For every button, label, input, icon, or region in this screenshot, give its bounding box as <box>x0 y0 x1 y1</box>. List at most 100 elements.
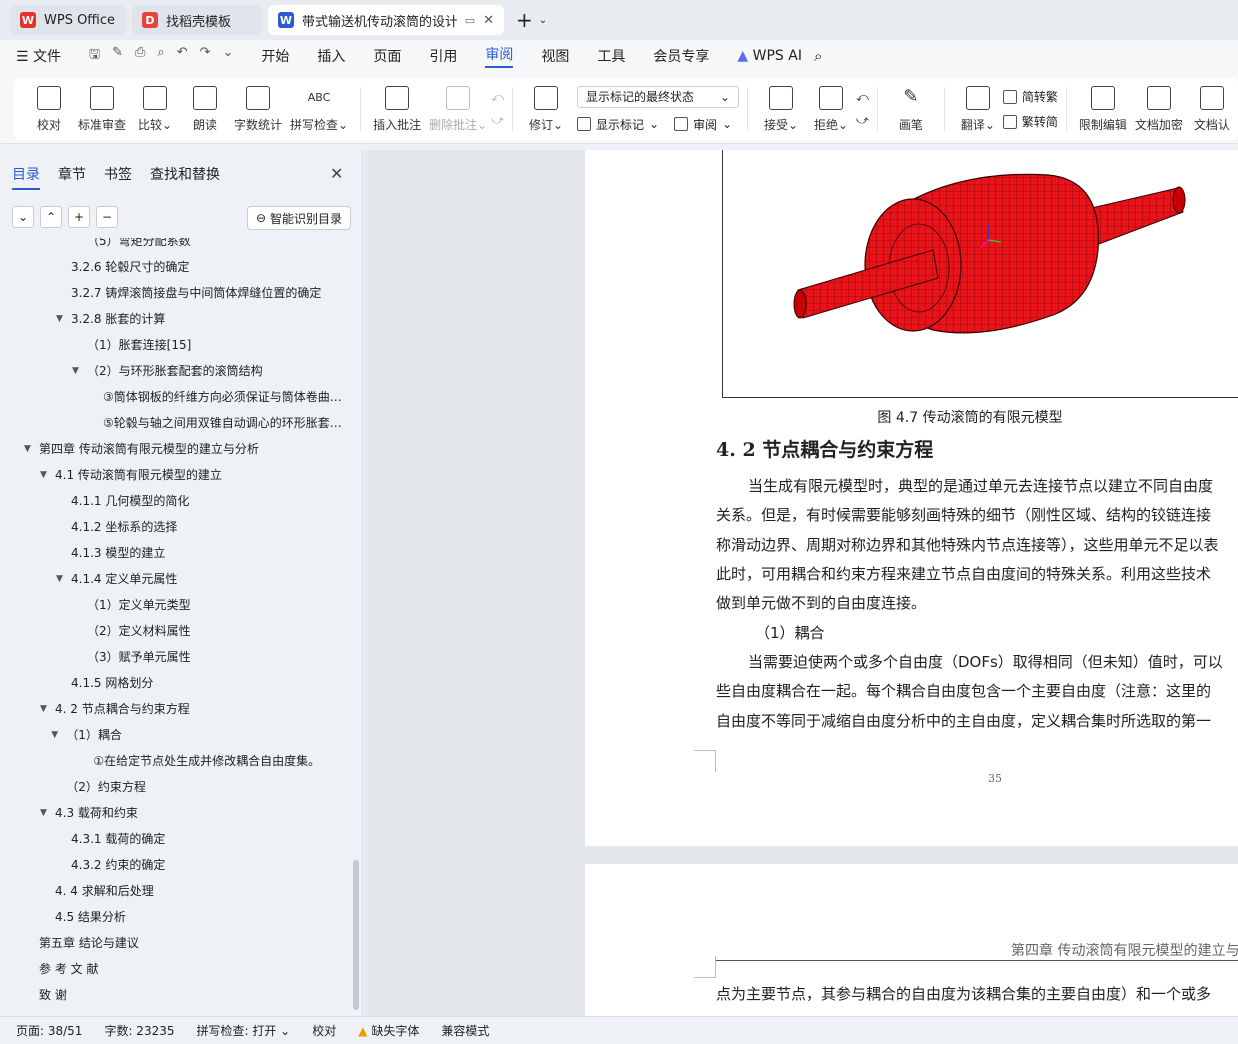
menu-insert[interactable]: 插入 <box>317 46 345 66</box>
review-pane-button[interactable]: 审阅 <box>693 116 717 133</box>
toc-item[interactable]: 4. 2 节点耦合与约束方程 <box>55 696 345 722</box>
compare-button[interactable]: 比较⌄ <box>130 85 180 133</box>
toc-item[interactable]: 4.1.4 定义单元属性 <box>71 566 345 592</box>
toc-item[interactable]: 4.1.3 模型的建立 <box>71 540 345 566</box>
toc-item[interactable]: （1）耦合 <box>66 722 345 748</box>
toc-item[interactable]: （3）赋予单元属性 <box>87 644 345 670</box>
toc-item[interactable]: 4.1.5 网格划分 <box>71 670 345 696</box>
file-menu[interactable]: ☰ 文件 <box>16 46 61 66</box>
expand-caret-icon[interactable]: ▼ <box>56 566 63 592</box>
toc-item[interactable]: 4.3 载荷和约束 <box>55 800 345 826</box>
track-changes-button[interactable]: 修订⌄ <box>521 85 571 133</box>
monitor-icon[interactable]: ▭ <box>465 14 475 27</box>
menu-review[interactable]: 审阅 <box>485 44 514 68</box>
restrict-edit-button[interactable]: 限制编辑 <box>1075 85 1131 133</box>
read-aloud-button[interactable]: 朗读 <box>180 85 230 133</box>
toc-item[interactable]: 3.2.6 轮毂尺寸的确定 <box>71 254 345 280</box>
toc-item[interactable]: 4.3.1 载荷的确定 <box>71 826 345 852</box>
spell-check-button[interactable]: ABC 拼写检查⌄ <box>286 86 352 133</box>
doc-cert-button[interactable]: 文档认 <box>1187 85 1237 133</box>
search-icon[interactable]: ⌕ <box>814 47 822 65</box>
toc-item[interactable]: 第四章 传动滚筒有限元模型的建立与分析 <box>39 436 345 462</box>
proof-status[interactable]: 校对 <box>312 1022 336 1039</box>
word-count[interactable]: 字数: 23235 <box>104 1022 174 1039</box>
toc-item[interactable]: 4.1.2 坐标系的选择 <box>71 514 345 540</box>
undo-icon[interactable]: ↶ <box>177 45 188 67</box>
prev-change-icon[interactable]: ⤺ <box>856 90 869 105</box>
translate-button[interactable]: 翻译⌄ <box>953 85 1003 133</box>
expand-caret-icon[interactable]: ▼ <box>72 358 79 384</box>
toc-item[interactable]: ③筒体钢板的纤维方向必须保证与筒体卷曲 ... <box>103 384 345 410</box>
close-tab-icon[interactable]: ✕ <box>483 13 494 28</box>
toc-item[interactable]: 第五章 结论与建议 <box>39 930 345 956</box>
encrypt-button[interactable]: 文档加密 <box>1131 85 1187 133</box>
tab-wps-office[interactable]: W WPS Office <box>10 5 126 35</box>
toc-item[interactable]: 4.1.1 几何模型的简化 <box>71 488 345 514</box>
show-markup-button[interactable]: 显示标记 <box>596 116 644 133</box>
print-preview-icon[interactable]: ⌕ <box>157 45 164 67</box>
display-state-select[interactable]: 显示标记的最终状态 ⌄ <box>577 85 740 108</box>
toc-item[interactable]: （1）胀套连接[15] <box>87 332 345 358</box>
word-count-button[interactable]: 字数统计 <box>230 85 286 133</box>
chevron-down-icon[interactable]: ⌄ <box>539 15 547 26</box>
save-icon[interactable]: 🖫 <box>89 45 100 67</box>
menu-tools[interactable]: 工具 <box>597 46 625 66</box>
proof-button[interactable]: 校对 <box>24 85 74 133</box>
toc-item[interactable]: ①在给定节点处生成并修改耦合自由度集。 <box>93 748 345 774</box>
format-painter-icon[interactable]: ✎ <box>112 45 123 67</box>
toc-item[interactable]: 参 考 文 献 <box>39 956 345 982</box>
toc-item[interactable]: ⑤轮毂与轴之间用双锥自动调心的环形胀套 ... <box>103 410 345 436</box>
smart-toc-button[interactable]: ⊖ 智能识别目录 <box>247 206 351 230</box>
expand-caret-icon[interactable]: ▼ <box>40 800 47 826</box>
std-review-button[interactable]: 标准审查 <box>74 85 130 133</box>
redo-icon[interactable]: ↷ <box>200 45 211 67</box>
menu-page[interactable]: 页面 <box>373 46 401 66</box>
prev-comment-icon[interactable]: ⤺ <box>491 90 504 105</box>
tab-find-replace[interactable]: 查找和替换 <box>150 164 220 190</box>
more-chevron-icon[interactable]: ⌄ <box>223 45 234 67</box>
expand-caret-icon[interactable]: ▼ <box>40 462 47 488</box>
tab-chapters[interactable]: 章节 <box>58 164 86 190</box>
toc-item[interactable]: 致 谢 <box>39 982 345 1008</box>
menu-start[interactable]: 开始 <box>261 46 289 66</box>
reject-button[interactable]: 拒绝⌄ <box>806 85 856 133</box>
toc-item[interactable]: 3.2.7 铸焊滚筒接盘与中间筒体焊缝位置的确定 <box>71 280 345 306</box>
new-tab-icon[interactable]: + <box>516 8 533 32</box>
insert-comment-button[interactable]: 插入批注 <box>369 85 425 133</box>
missing-font-status[interactable]: ▲ 缺失字体 <box>358 1022 419 1039</box>
menu-member[interactable]: 会员专享 <box>653 46 709 66</box>
tab-toc[interactable]: 目录 <box>12 164 40 190</box>
next-change-icon[interactable]: ⤻ <box>856 113 869 128</box>
toc-item[interactable]: （2）约束方程 <box>66 774 345 800</box>
pen-button[interactable]: ✎ 画笔 <box>886 86 936 133</box>
page-indicator[interactable]: 页面: 38/51 <box>16 1022 82 1039</box>
close-pane-icon[interactable]: ✕ <box>330 164 343 183</box>
toc-item[interactable]: 4.1 传动滚筒有限元模型的建立 <box>55 462 345 488</box>
menu-reference[interactable]: 引用 <box>429 46 457 66</box>
toc-item[interactable]: 4.5 结果分析 <box>55 904 345 930</box>
to-traditional-button[interactable]: 简转繁 <box>1002 88 1058 105</box>
expand-caret-icon[interactable]: ▼ <box>51 722 58 748</box>
expand-caret-icon[interactable]: ▼ <box>40 696 47 722</box>
toc-item[interactable]: 3.2.8 胀套的计算 <box>71 306 345 332</box>
accept-button[interactable]: 接受⌄ <box>756 85 806 133</box>
expand-down-icon[interactable]: ⌄ <box>12 206 34 228</box>
delete-comment-button[interactable]: 删除批注⌄ <box>425 85 491 133</box>
toc-scrollbar[interactable] <box>353 860 359 1010</box>
toc-item[interactable]: （1）定义单元类型 <box>87 592 345 618</box>
to-simplified-button[interactable]: 繁转简 <box>1002 113 1058 130</box>
collapse-up-icon[interactable]: ⌃ <box>40 206 62 228</box>
toc-item[interactable]: （2）定义材料属性 <box>87 618 345 644</box>
expand-caret-icon[interactable]: ▼ <box>56 306 63 332</box>
toc-item[interactable]: 4. 4 求解和后处理 <box>55 878 345 904</box>
tab-bookmarks[interactable]: 书签 <box>104 164 132 190</box>
tab-document[interactable]: W 带式输送机传动滚筒的设计 说 ▭ ✕ <box>268 5 504 35</box>
toc-item[interactable]: （5）弯矩分配系数 <box>87 238 345 254</box>
spell-check-status[interactable]: 拼写检查: 打开 ⌄ <box>197 1022 291 1039</box>
next-comment-icon[interactable]: ⤻ <box>491 113 504 128</box>
tab-templates[interactable]: D 找稻壳模板 <box>132 5 262 35</box>
expand-caret-icon[interactable]: ▼ <box>24 436 31 462</box>
menu-view[interactable]: 视图 <box>541 46 569 66</box>
print-icon[interactable]: ⎙ <box>135 45 145 67</box>
add-heading-icon[interactable]: + <box>68 206 90 228</box>
